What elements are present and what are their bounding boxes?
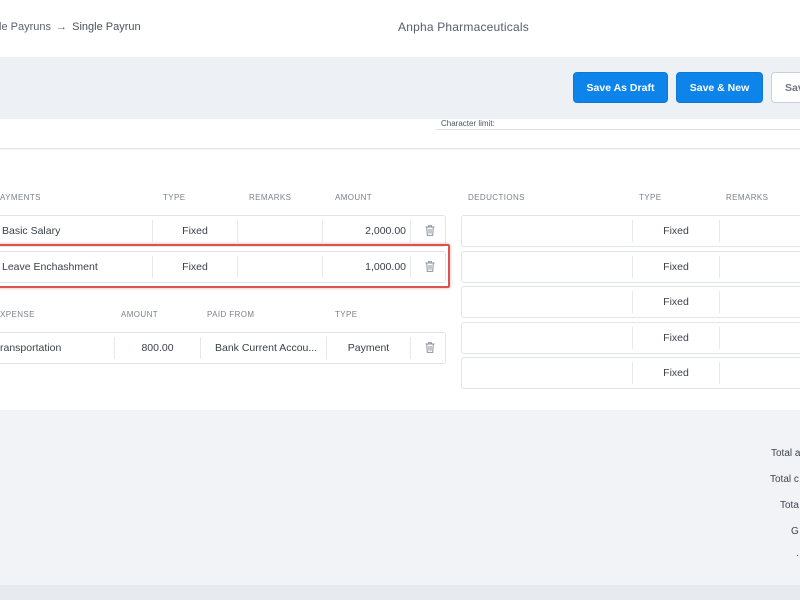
totals-panel: [0, 410, 800, 585]
deduction-name[interactable]: [468, 252, 632, 282]
payment-type[interactable]: Fixed: [153, 252, 237, 282]
deduction-type[interactable]: Fixed: [633, 216, 719, 246]
payment-remarks[interactable]: [238, 216, 322, 246]
payment-type[interactable]: Fixed: [153, 216, 237, 246]
column-divider: [719, 362, 720, 384]
deduction-type[interactable]: Fixed: [633, 252, 719, 282]
deduction-row: Fixed: [461, 215, 800, 247]
deduction-name[interactable]: [468, 287, 632, 317]
deduction-row: Fixed: [461, 322, 800, 354]
expense-name[interactable]: ransportation: [0, 333, 114, 363]
save-and-new-button[interactable]: Save & New: [676, 72, 763, 103]
payments-type-header: TYPE: [163, 193, 186, 202]
deduction-type[interactable]: Fixed: [633, 323, 719, 353]
deduction-name[interactable]: [468, 358, 632, 388]
expense-type[interactable]: Payment: [327, 333, 410, 363]
payment-row: Basic Salary Fixed 2,000.00: [0, 215, 446, 247]
net-label: ·: [796, 550, 800, 561]
breadcrumb-arrow-icon: →: [56, 21, 68, 33]
breadcrumb: le Payruns → Single Payrun: [0, 21, 141, 33]
save-as-draft-button[interactable]: Save As Draft: [573, 72, 668, 103]
total-label: Tota: [780, 500, 799, 511]
payment-remarks[interactable]: [238, 252, 322, 282]
column-divider: [410, 256, 411, 278]
total-allowance-label: Total a: [771, 448, 800, 459]
character-limit-label: Character limit:: [441, 119, 495, 128]
character-limit-divider: [436, 129, 800, 130]
column-divider: [200, 337, 201, 359]
expense-paid-from-header: PAID FROM: [207, 310, 255, 319]
payment-amount[interactable]: 2,000.00: [323, 216, 406, 246]
deduction-row: Fixed: [461, 286, 800, 318]
breadcrumb-link-payruns[interactable]: le Payruns: [0, 21, 51, 33]
expense-header: XPENSE: [0, 310, 35, 319]
deduction-type[interactable]: Fixed: [633, 287, 719, 317]
column-divider: [410, 220, 411, 242]
trash-icon[interactable]: [424, 224, 436, 237]
expense-row: ransportation 800.00 Bank Current Accou.…: [0, 332, 446, 364]
payments-remarks-header: REMARKS: [249, 193, 292, 202]
trash-icon[interactable]: [424, 260, 436, 273]
payment-name[interactable]: Leave Enchashment: [2, 252, 152, 282]
deduction-name[interactable]: [468, 216, 632, 246]
expense-type-header: TYPE: [335, 310, 358, 319]
deduction-row: Fixed: [461, 251, 800, 283]
footer-bar: [0, 585, 800, 600]
payment-row: Leave Enchashment Fixed 1,000.00: [0, 251, 446, 283]
payments-header: AYMENTS: [0, 193, 41, 202]
column-divider: [719, 327, 720, 349]
deductions-header: DEDUCTIONS: [468, 193, 525, 202]
column-divider: [410, 337, 411, 359]
column-divider: [719, 220, 720, 242]
column-divider: [719, 256, 720, 278]
expense-amount[interactable]: 800.00: [115, 333, 200, 363]
deductions-remarks-header: REMARKS: [726, 193, 769, 202]
expense-amount-header: AMOUNT: [121, 310, 159, 319]
trash-icon[interactable]: [424, 341, 436, 354]
breadcrumb-current: Single Payrun: [72, 21, 141, 33]
payment-name[interactable]: Basic Salary: [2, 216, 152, 246]
deduction-type[interactable]: Fixed: [633, 358, 719, 388]
notes-field[interactable]: [0, 119, 800, 149]
payments-amount-header: AMOUNT: [335, 193, 373, 202]
company-name: Anpha Pharmaceuticals: [398, 20, 529, 34]
deductions-type-header: TYPE: [639, 193, 662, 202]
deduction-row: Fixed: [461, 357, 800, 389]
deduction-name[interactable]: [468, 323, 632, 353]
expense-paid-from[interactable]: Bank Current Accou...: [215, 333, 323, 363]
payment-amount[interactable]: 1,000.00: [323, 252, 406, 282]
save-button[interactable]: Sav: [771, 72, 800, 103]
column-divider: [719, 291, 720, 313]
gross-label: G: [791, 526, 799, 537]
total-deduction-label: Total c: [770, 474, 799, 485]
